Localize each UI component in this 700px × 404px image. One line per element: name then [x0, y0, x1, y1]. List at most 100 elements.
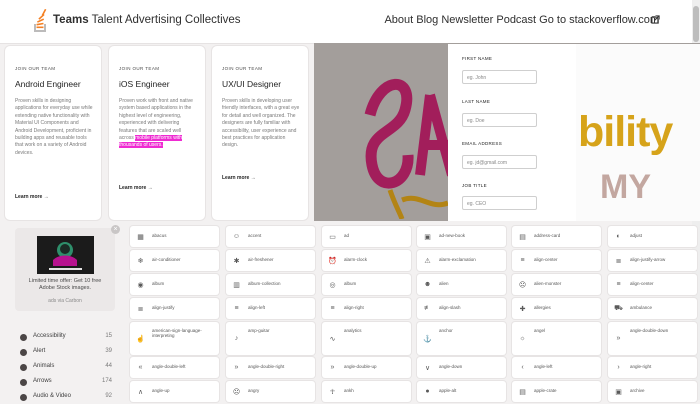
- icon-tile-allergies[interactable]: ✚ allergies: [512, 298, 601, 319]
- icon-tile-angle-double-down[interactable]: » angle-double-down: [608, 322, 697, 355]
- icon-tile-accent[interactable]: ☺ accent: [226, 226, 315, 247]
- stack-overflow-logo-icon[interactable]: [33, 9, 47, 33]
- icon-tile-angle-left[interactable]: ‹ angle-left: [512, 357, 601, 378]
- ads-via-carbon[interactable]: ads via Carbon: [21, 298, 109, 304]
- icon-tile-ad-new-book[interactable]: ▣ ad-new-book: [417, 226, 506, 247]
- align-slash-icon: ≢: [424, 305, 431, 312]
- icon-tile-label: align-right: [344, 305, 364, 310]
- icon-tile-label: align-left: [248, 305, 266, 310]
- icon-tile-alarm-clock[interactable]: ⏰ alarm-clock: [322, 250, 411, 271]
- icon-tile-label: alien-monster: [534, 281, 562, 286]
- angry-icon: ☹: [232, 388, 241, 396]
- ad-icon: ▭: [329, 233, 336, 241]
- icon-tile-label: alarm-clock: [344, 257, 368, 262]
- icon-tile-ambulance[interactable]: ⛟ ambulance: [608, 298, 697, 319]
- category-count: 39: [105, 348, 112, 354]
- job-eyebrow: JOIN OUR TEAM: [222, 66, 263, 71]
- alarm-clock-icon: ⏰: [328, 257, 337, 265]
- category-audio-video[interactable]: Audio & Video 92: [20, 392, 112, 404]
- icon-tile-album[interactable]: ◉ album: [130, 274, 219, 295]
- job-card-ux-ui[interactable]: JOIN OUR TEAM UX/UI Designer Proven skil…: [212, 46, 308, 220]
- icon-tile-label: align-justify: [152, 305, 175, 310]
- animals-icon: [20, 364, 27, 371]
- first-name-input[interactable]: eg. John: [462, 70, 537, 84]
- last-name-input[interactable]: eg. Doe: [462, 113, 537, 127]
- icon-tile-american-sign-language-interpreting[interactable]: ☝ american-sign-language-interpreting: [130, 322, 219, 355]
- icon-tile-angle-double-left[interactable]: « angle-double-left: [130, 357, 219, 378]
- icon-tile-apple-alt[interactable]: ● apple-alt: [417, 381, 506, 402]
- job-title-input[interactable]: eg. CEO: [462, 196, 537, 210]
- icon-tile-ankh[interactable]: ☥ ankh: [322, 381, 411, 402]
- carbon-ad[interactable]: Limited time offer: Get 10 free Adobe St…: [15, 228, 115, 311]
- icon-tile-angle-double-up[interactable]: » angle-double-up: [322, 357, 411, 378]
- icon-tile-album[interactable]: ◎ album: [322, 274, 411, 295]
- icon-tile-label: angle-double-right: [248, 364, 285, 369]
- brand-title[interactable]: Teams Talent Advertising Collectives: [53, 14, 241, 26]
- icon-tile-label: angle-right: [630, 364, 652, 369]
- job-card-ios[interactable]: JOIN OUR TEAM iOS Engineer Proven work w…: [109, 46, 205, 220]
- alien-icon: ☻: [423, 281, 432, 288]
- category-accessibility[interactable]: Accessibility 15: [20, 332, 112, 344]
- category-animals[interactable]: Animals 44: [20, 362, 112, 374]
- icon-tile-angel[interactable]: ☼ angel: [512, 322, 601, 355]
- icon-tile-align-left[interactable]: ≡ align-left: [226, 298, 315, 319]
- icon-tile-angle-right[interactable]: › angle-right: [608, 357, 697, 378]
- scrollbar-thumb[interactable]: [693, 6, 699, 42]
- icon-tile-angle-double-right[interactable]: » angle-double-right: [226, 357, 315, 378]
- close-icon[interactable]: ×: [111, 225, 120, 234]
- ad-banner[interactable]: FIRST NAME eg. John LAST NAME eg. Doe EM…: [314, 43, 700, 221]
- align-center-icon: ≡: [616, 281, 621, 288]
- icon-tile-angle-up[interactable]: ∧ angle-up: [130, 381, 219, 402]
- icon-tile-album-collection[interactable]: ▥ album-collection: [226, 274, 315, 295]
- icon-tile-air-conditioner[interactable]: ❄ air-conditioner: [130, 250, 219, 271]
- icon-tile-align-center[interactable]: ≡ align-center: [608, 274, 697, 295]
- align-center-icon: ≡: [520, 257, 525, 264]
- icon-tile-label: align-center: [534, 257, 558, 262]
- amp-guitar-icon: ♪: [234, 335, 239, 342]
- icon-tile-angry[interactable]: ☹ angry: [226, 381, 315, 402]
- icon-tile-align-justify-arrow[interactable]: ≣ align-justify-arrow: [608, 250, 697, 271]
- icon-tile-anchor[interactable]: ⚓ anchor: [417, 322, 506, 355]
- align-justify-icon: ≣: [137, 305, 144, 313]
- category-arrows[interactable]: Arrows 174: [20, 377, 112, 389]
- icon-tile-label: align-center: [630, 281, 654, 286]
- icon-tile-align-justify[interactable]: ≣ align-justify: [130, 298, 219, 319]
- angle-left-icon: ‹: [521, 364, 524, 371]
- icon-tile-align-right[interactable]: ≡ align-right: [322, 298, 411, 319]
- learn-more-link[interactable]: Learn more →: [15, 194, 49, 200]
- abacus-icon: ▦: [137, 233, 144, 241]
- icon-tile-label: ambulance: [630, 305, 653, 310]
- icon-tile-align-slash[interactable]: ≢ align-slash: [417, 298, 506, 319]
- icon-tile-air-freshener[interactable]: ✱ air-freshener: [226, 250, 315, 271]
- learn-more-link[interactable]: Learn more →: [119, 185, 153, 191]
- icon-tile-address-card[interactable]: ▤ address-card: [512, 226, 601, 247]
- icon-tile-align-center[interactable]: ≡ align-center: [512, 250, 601, 271]
- angel-icon: ☼: [519, 335, 526, 342]
- icon-tile-apple-crate[interactable]: ▤ apple-crate: [512, 381, 601, 402]
- icon-tile-alien[interactable]: ☻ alien: [417, 274, 506, 295]
- job-description: Proven skills in developing user friendl…: [222, 98, 300, 149]
- icon-tile-label: american-sign-language-interpreting: [152, 328, 202, 339]
- email-input[interactable]: eg. jd@gmail.com: [462, 155, 537, 169]
- top-nav-links[interactable]: About Blog Newsletter Podcast Go to stac…: [384, 14, 659, 26]
- alarm-exclamation-icon: ⚠: [424, 257, 431, 265]
- ad-text[interactable]: Limited time offer: Get 10 free Adobe St…: [21, 278, 109, 291]
- ad-image[interactable]: [37, 236, 94, 274]
- category-count: 15: [105, 333, 112, 339]
- icon-tile-amp-guitar[interactable]: ♪ amp-guitar: [226, 322, 315, 355]
- archive-icon: ▣: [615, 388, 622, 396]
- category-alert[interactable]: Alert 39: [20, 347, 112, 359]
- icon-tile-abacus[interactable]: ▦ abacus: [130, 226, 219, 247]
- icon-tile-adjust[interactable]: ◐ adjust: [608, 226, 697, 247]
- angle-double-right-icon: »: [234, 364, 239, 371]
- icon-tile-ad[interactable]: ▭ ad: [322, 226, 411, 247]
- icon-tile-analytics[interactable]: ∿ analytics: [322, 322, 411, 355]
- icon-tile-archive[interactable]: ▣ archive: [608, 381, 697, 402]
- brand-prefix: Teams: [53, 14, 89, 26]
- icon-tile-alarm-exclamation[interactable]: ⚠ alarm-exclamation: [417, 250, 506, 271]
- icon-tile-label: angle-left: [534, 364, 553, 369]
- job-card-android[interactable]: JOIN OUR TEAM Android Engineer Proven sk…: [5, 46, 101, 220]
- icon-tile-alien-monster[interactable]: ☹ alien-monster: [512, 274, 601, 295]
- learn-more-link[interactable]: Learn more →: [222, 175, 256, 181]
- icon-tile-angle-down[interactable]: ∨ angle-down: [417, 357, 506, 378]
